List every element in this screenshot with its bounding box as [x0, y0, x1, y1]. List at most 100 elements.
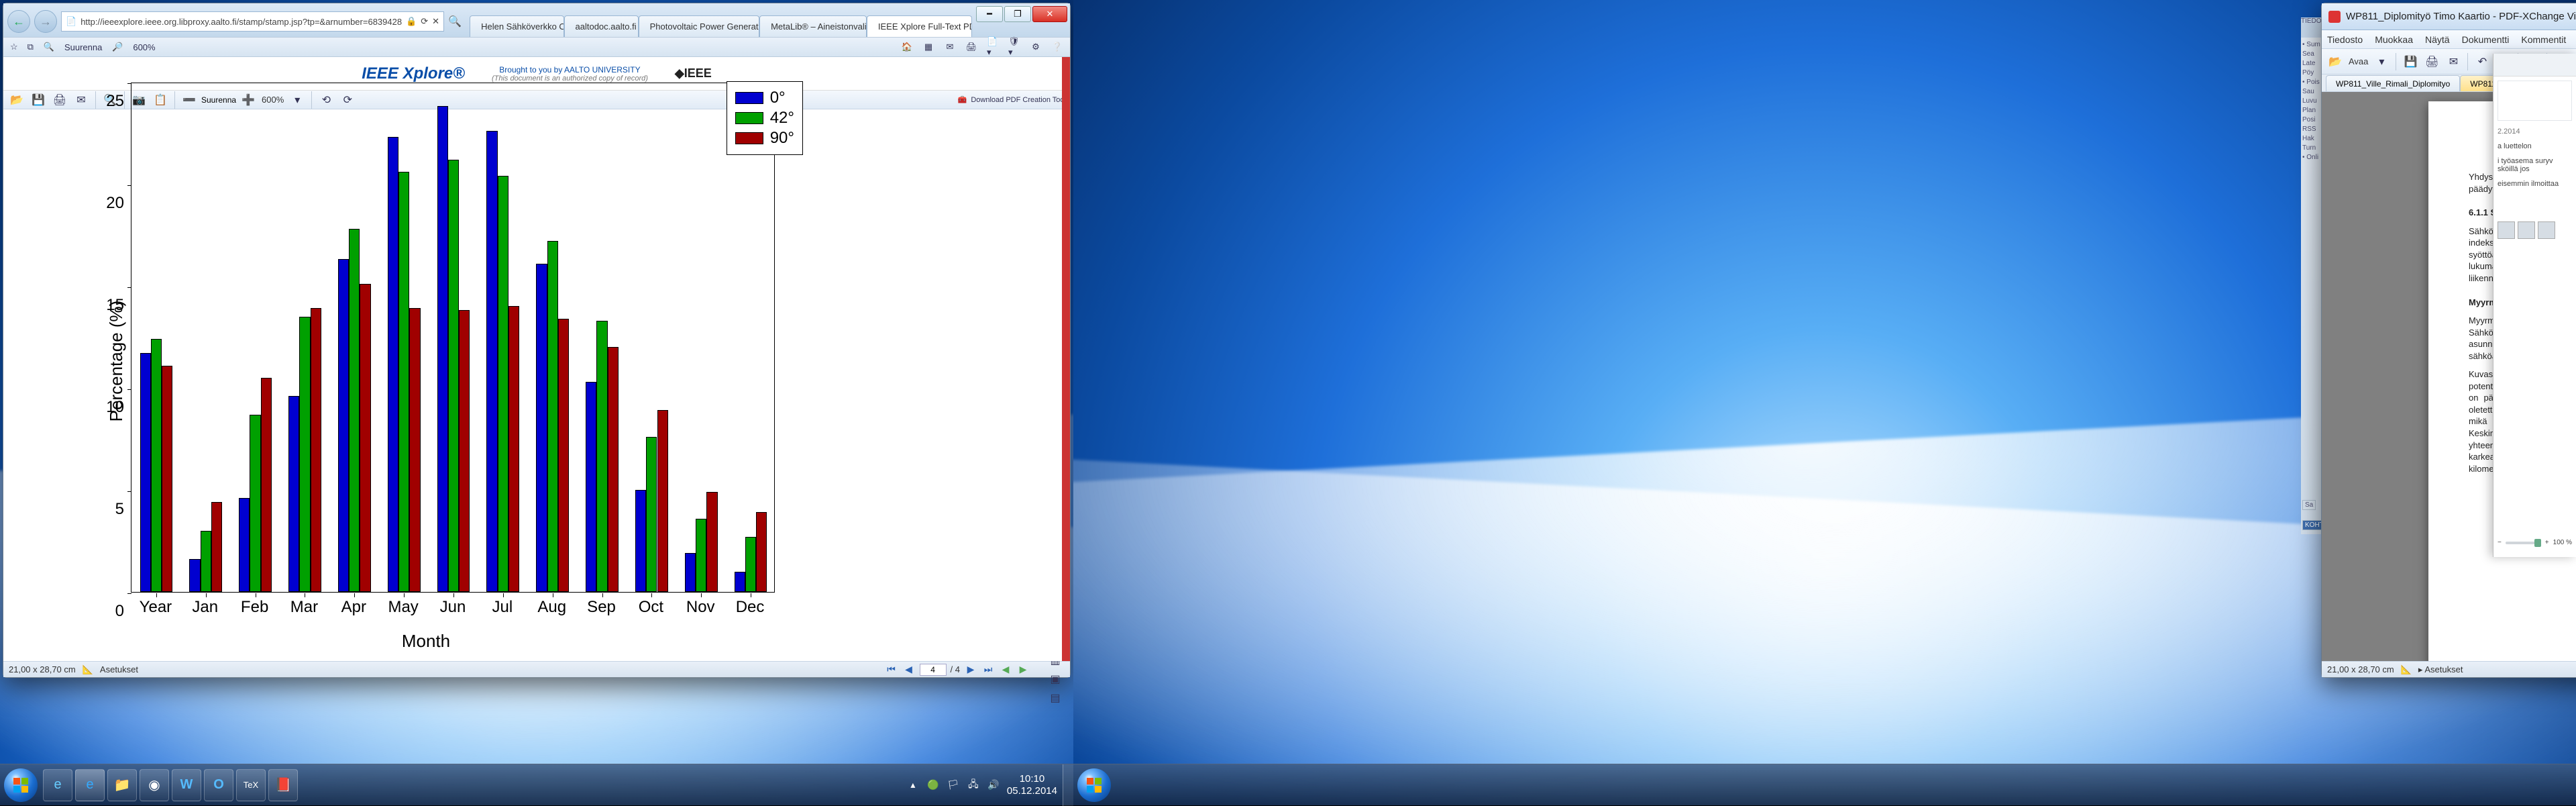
zoom-in-icon[interactable]: +: [2545, 539, 2549, 546]
minimize-button[interactable]: ━: [976, 6, 1003, 22]
open-icon[interactable]: 📂: [2326, 52, 2345, 71]
browser-tab[interactable]: Photovoltaic Power Generation...✕: [639, 15, 759, 37]
x-tick-label: Oct: [639, 598, 663, 617]
favorites-add-icon[interactable]: ⧉: [28, 42, 34, 52]
bar: [211, 502, 222, 592]
layout-book-icon[interactable]: ▤: [1046, 689, 1065, 707]
menu-item[interactable]: Kommentit: [2521, 34, 2566, 45]
nav-item-fragment[interactable]: Luvu: [2302, 97, 2323, 106]
tray-expand-icon[interactable]: ▴: [906, 778, 920, 792]
task-outlook[interactable]: O: [204, 769, 233, 801]
avatar[interactable]: [2518, 221, 2535, 239]
page-menu-icon[interactable]: 📄▾: [987, 41, 999, 53]
tray-flag-icon[interactable]: 🏳: [947, 778, 960, 792]
undo-icon[interactable]: ↶: [2473, 52, 2491, 71]
task-word[interactable]: W: [172, 769, 201, 801]
tools-icon[interactable]: ⚙: [1030, 41, 1042, 53]
open-label[interactable]: Avaa: [2347, 56, 2369, 66]
print-icon[interactable]: 🖨: [2422, 52, 2441, 71]
browser-tab[interactable]: aaltodoc.aalto.fi✕: [564, 15, 639, 37]
avatar[interactable]: [2538, 221, 2555, 239]
nav-item-fragment[interactable]: Sea: [2302, 50, 2323, 59]
nav-item-fragment[interactable]: Plan: [2302, 106, 2323, 115]
nav-item-fragment[interactable]: Late: [2302, 59, 2323, 68]
people-pane: [2498, 221, 2572, 239]
safety-menu-icon[interactable]: 🛡▾: [1008, 41, 1020, 53]
y-tick-label: 5: [37, 500, 124, 519]
legend: 0°42°90°: [727, 81, 803, 155]
legend-entry: 42°: [735, 109, 794, 128]
menu-item[interactable]: Muokkaa: [2375, 34, 2413, 45]
task-ie-active[interactable]: e: [75, 769, 105, 801]
last-page-button[interactable]: ⏭: [981, 664, 995, 676]
tray-network-icon[interactable]: 🖧: [967, 778, 980, 792]
help-icon[interactable]: ❔: [1051, 41, 1063, 53]
word-footer-btn-1[interactable]: Sa: [2302, 500, 2316, 510]
zoom-out-icon[interactable]: −: [2498, 539, 2502, 546]
nav-item-fragment[interactable]: Pöy: [2302, 68, 2323, 78]
browser-tab[interactable]: IEEE Xplore Full-Text PDF:✕: [867, 15, 972, 37]
nav-item-fragment[interactable]: RSS: [2302, 125, 2323, 134]
next-page-button[interactable]: ▶: [964, 664, 977, 676]
menu-item[interactable]: Dokumentti: [2462, 34, 2510, 45]
task-ie[interactable]: e: [43, 769, 72, 801]
forward-button[interactable]: →: [34, 10, 57, 33]
open-icon[interactable]: 📂: [7, 91, 26, 109]
feeds-icon[interactable]: ▦: [922, 41, 934, 53]
home-icon[interactable]: 🏠: [901, 41, 913, 53]
task-chrome[interactable]: ◉: [140, 769, 169, 801]
start-button[interactable]: [4, 768, 38, 802]
open-dropdown-icon[interactable]: ▾: [2372, 52, 2391, 71]
prev-view-button[interactable]: ◀: [999, 664, 1012, 676]
document-tab[interactable]: WP811_Ville_Rimali_Diplomityo: [2326, 75, 2460, 91]
tray-volume-icon[interactable]: 🔊: [987, 778, 1000, 792]
nav-item-fragment[interactable]: • Onli: [2302, 153, 2323, 162]
download-tool-link[interactable]: 🧰 Download PDF Creation Tool: [958, 95, 1066, 104]
stop-button[interactable]: ✕: [432, 16, 439, 27]
print-icon[interactable]: 🖨: [965, 41, 977, 53]
close-button[interactable]: ✕: [1032, 6, 1067, 22]
back-button[interactable]: ←: [7, 10, 30, 33]
refresh-button[interactable]: ⟳: [421, 16, 428, 27]
mail-icon[interactable]: ✉: [2444, 52, 2463, 71]
nav-item-fragment[interactable]: Turn: [2302, 144, 2323, 153]
tray-lync-icon[interactable]: 🟢: [926, 778, 940, 792]
browser-tab[interactable]: MetaLib® – Aineistonvalinta✕: [759, 15, 867, 37]
task-explorer[interactable]: 📁: [107, 769, 137, 801]
page-number-input[interactable]: [920, 664, 947, 676]
nav-item-fragment[interactable]: • Sum: [2302, 40, 2323, 50]
task-tex[interactable]: TeX: [236, 769, 266, 801]
options-label[interactable]: Asetukset: [100, 664, 138, 674]
address-bar[interactable]: 📄 http://ieeexplore.ieee.org.libproxy.aa…: [61, 11, 444, 32]
zoom-slider[interactable]: − + 100 %: [2498, 539, 2572, 546]
zoom-in-icon[interactable]: 🔍: [43, 41, 55, 53]
menu-item[interactable]: Näytä: [2425, 34, 2450, 45]
browser-tab[interactable]: Helen Sähköverkko Oy✕: [470, 15, 564, 37]
search-button[interactable]: 🔍: [448, 15, 463, 28]
start-button[interactable]: [1077, 768, 1111, 802]
prev-page-button[interactable]: ◀: [902, 664, 916, 676]
show-desktop-button[interactable]: [1063, 764, 1073, 806]
nav-item-fragment[interactable]: • Pois: [2302, 78, 2323, 87]
zoom-out-icon[interactable]: 🔎: [111, 41, 123, 53]
maximize-button[interactable]: ❐: [1004, 6, 1031, 22]
x-tick-label: Aug: [537, 598, 566, 617]
pdf-sidebar-strip[interactable]: [1062, 57, 1070, 661]
pdfx-statusbar: 21,00 x 28,70 cm 📐 ▸ Asetukset ⏮ ◀ / 115…: [2322, 661, 2576, 677]
nav-item-fragment[interactable]: Posi: [2302, 115, 2323, 125]
options-label[interactable]: ▸ Asetukset: [2418, 664, 2463, 675]
nav-item-fragment[interactable]: Sau: [2302, 87, 2323, 97]
taskbar-clock[interactable]: 10:1005.12.2014: [1007, 773, 1057, 797]
legend-entry: 0°: [735, 89, 794, 107]
favorites-star-icon[interactable]: ☆: [10, 42, 18, 52]
first-page-button[interactable]: ⏮: [885, 664, 898, 676]
menu-item[interactable]: Tiedosto: [2327, 34, 2363, 45]
x-tick-label: Year: [140, 598, 172, 617]
task-pdf[interactable]: 📕: [268, 769, 298, 801]
next-view-button[interactable]: ▶: [1016, 664, 1030, 676]
avatar[interactable]: [2498, 221, 2515, 239]
nav-item-fragment[interactable]: Hak: [2302, 134, 2323, 144]
mail-icon[interactable]: ✉: [944, 41, 956, 53]
save-icon[interactable]: 💾: [2401, 52, 2420, 71]
layout-facing-icon[interactable]: ▣: [1046, 670, 1065, 689]
